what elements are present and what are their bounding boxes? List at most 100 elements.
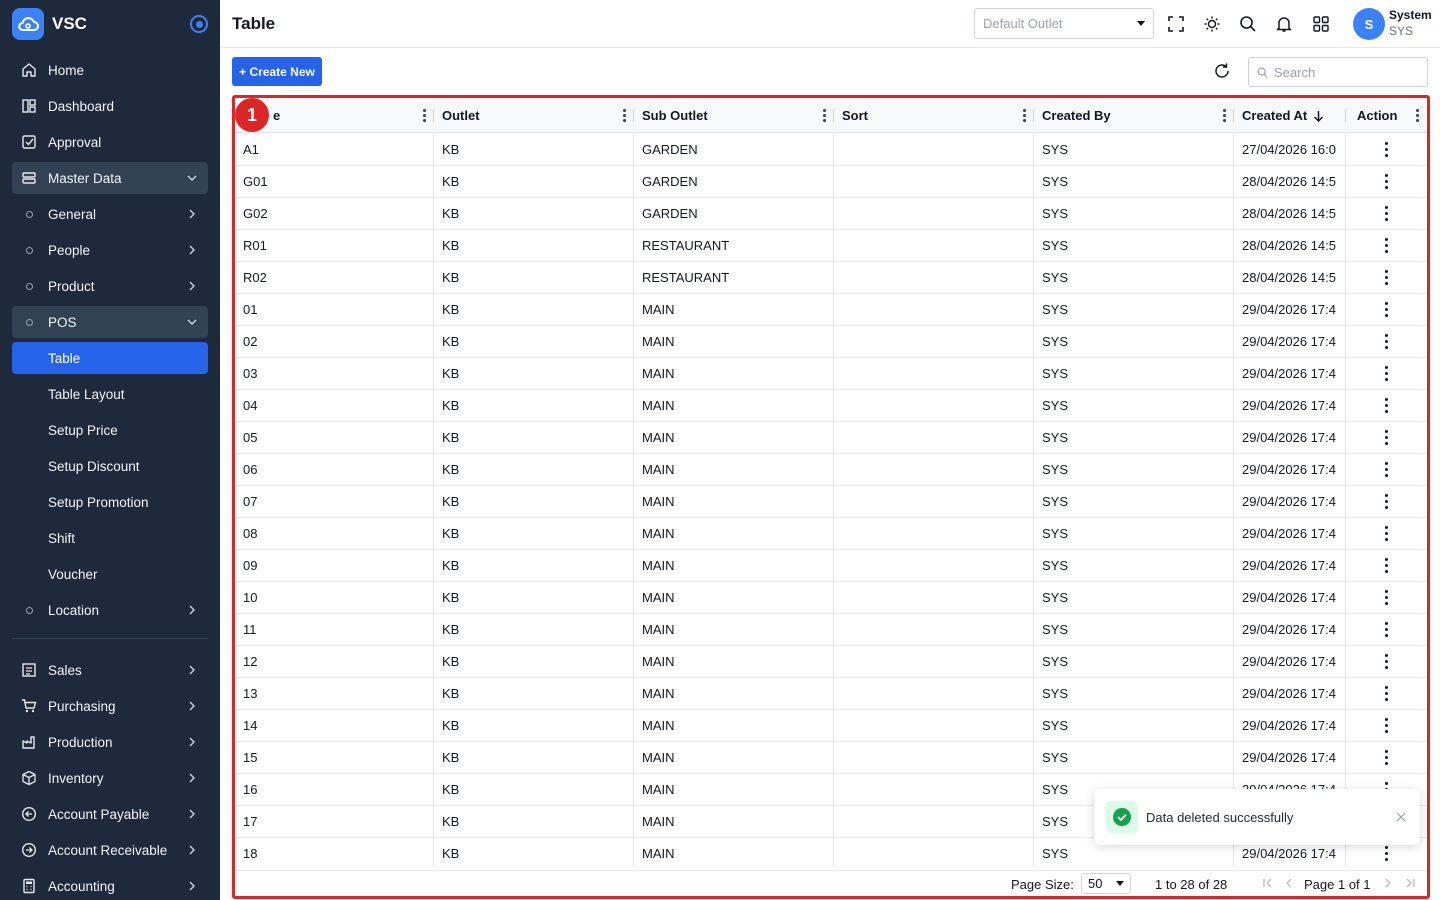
sidebar-nav: Home Dashboard Approval Master Data Gene… [0, 48, 220, 900]
sidebar-item-pos[interactable]: POS [12, 306, 208, 338]
table-row[interactable]: 02 KB MAIN SYS 29/04/2026 17:4 [235, 326, 1427, 358]
outlet-select[interactable]: Default Outlet [974, 8, 1154, 39]
table-row[interactable]: R01 KB RESTAURANT SYS 28/04/2026 14:5 [235, 230, 1427, 262]
table-row[interactable]: 10 KB MAIN SYS 29/04/2026 17:4 [235, 582, 1427, 614]
column-menu-icon[interactable] [622, 109, 626, 122]
sidebar-item-location[interactable]: Location [12, 594, 208, 626]
create-new-button[interactable]: + Create New [232, 57, 322, 86]
table-row[interactable]: R02 KB RESTAURANT SYS 28/04/2026 14:5 [235, 262, 1427, 294]
row-action-menu-icon[interactable] [1346, 262, 1427, 293]
sidebar-item-shift[interactable]: Shift [12, 522, 208, 554]
row-action-menu-icon[interactable] [1346, 358, 1427, 389]
row-action-menu-icon[interactable] [1346, 198, 1427, 229]
sidebar-item-home[interactable]: Home [12, 54, 208, 86]
table-row[interactable]: 13 KB MAIN SYS 29/04/2026 17:4 [235, 678, 1427, 710]
column-header-created-at[interactable]: Created At [1234, 98, 1346, 133]
apps-grid-icon[interactable] [1310, 13, 1332, 35]
table-row[interactable]: 05 KB MAIN SYS 29/04/2026 17:4 [235, 422, 1427, 454]
sidebar-item-setup-price[interactable]: Setup Price [12, 414, 208, 446]
table-row[interactable]: A1 KB GARDEN SYS 27/04/2026 16:0 [235, 134, 1427, 166]
row-action-menu-icon[interactable] [1346, 454, 1427, 485]
prev-page-icon[interactable] [1282, 876, 1296, 890]
sidebar-item-label: Sales [48, 662, 82, 678]
row-action-menu-icon[interactable] [1346, 422, 1427, 453]
table-cell [834, 134, 1034, 165]
table-row[interactable]: 14 KB MAIN SYS 29/04/2026 17:4 [235, 710, 1427, 742]
row-action-menu-icon[interactable] [1346, 230, 1427, 261]
sidebar-item-inventory[interactable]: Inventory [12, 762, 208, 794]
search-input[interactable]: Search [1248, 57, 1428, 87]
avatar[interactable]: S [1353, 8, 1385, 40]
table-row[interactable]: G01 KB GARDEN SYS 28/04/2026 14:5 [235, 166, 1427, 198]
sidebar-item-dashboard[interactable]: Dashboard [12, 90, 208, 122]
row-action-menu-icon[interactable] [1346, 518, 1427, 549]
row-action-menu-icon[interactable] [1346, 646, 1427, 677]
column-header-label: Action [1357, 108, 1398, 123]
page-size-select[interactable]: 50 [1081, 873, 1131, 894]
table-cell: 18 [235, 838, 434, 866]
sidebar-item-sales[interactable]: Sales [12, 654, 208, 686]
row-action-menu-icon[interactable] [1346, 134, 1427, 165]
sidebar-item-account-payable[interactable]: Account Payable [12, 798, 208, 830]
row-action-menu-icon[interactable] [1346, 582, 1427, 613]
column-header-outlet[interactable]: Outlet [434, 98, 634, 133]
sidebar-item-voucher[interactable]: Voucher [12, 558, 208, 590]
sidebar-item-general[interactable]: General [12, 198, 208, 230]
table-row[interactable]: 04 KB MAIN SYS 29/04/2026 17:4 [235, 390, 1427, 422]
bell-icon[interactable] [1273, 13, 1295, 35]
row-action-menu-icon[interactable] [1346, 486, 1427, 517]
row-action-menu-icon[interactable] [1346, 294, 1427, 325]
sidebar-item-table-layout[interactable]: Table Layout [12, 378, 208, 410]
row-action-menu-icon[interactable] [1346, 166, 1427, 197]
sidebar-item-setup-promotion[interactable]: Setup Promotion [12, 486, 208, 518]
first-page-icon[interactable] [1261, 876, 1275, 890]
column-menu-icon[interactable] [1415, 109, 1419, 122]
table-row[interactable]: 11 KB MAIN SYS 29/04/2026 17:4 [235, 614, 1427, 646]
sidebar-item-approval[interactable]: Approval [12, 126, 208, 158]
refresh-icon[interactable] [1212, 61, 1232, 81]
row-action-menu-icon[interactable] [1346, 678, 1427, 709]
table-row[interactable]: G02 KB GARDEN SYS 28/04/2026 14:5 [235, 198, 1427, 230]
row-action-menu-icon[interactable] [1346, 614, 1427, 645]
table-cell [834, 166, 1034, 197]
column-menu-icon[interactable] [1222, 109, 1226, 122]
row-action-menu-icon[interactable] [1346, 710, 1427, 741]
table-row[interactable]: 01 KB MAIN SYS 29/04/2026 17:4 [235, 294, 1427, 326]
sidebar-item-purchasing[interactable]: Purchasing [12, 690, 208, 722]
table-row[interactable]: 08 KB MAIN SYS 29/04/2026 17:4 [235, 518, 1427, 550]
sidebar-item-setup-discount[interactable]: Setup Discount [12, 450, 208, 482]
sidebar-item-table[interactable]: Table [12, 342, 208, 374]
column-header-action[interactable]: Action [1346, 98, 1427, 133]
table-row[interactable]: 09 KB MAIN SYS 29/04/2026 17:4 [235, 550, 1427, 582]
column-header-created-by[interactable]: Created By [1034, 98, 1234, 133]
row-action-menu-icon[interactable] [1346, 390, 1427, 421]
row-action-menu-icon[interactable] [1346, 326, 1427, 357]
table-row[interactable]: 03 KB MAIN SYS 29/04/2026 17:4 [235, 358, 1427, 390]
sidebar-item-production[interactable]: Production [12, 726, 208, 758]
row-action-menu-icon[interactable] [1346, 550, 1427, 581]
sidebar-item-accounting[interactable]: Accounting [12, 870, 208, 900]
close-icon[interactable] [1394, 810, 1408, 824]
column-menu-icon[interactable] [1022, 109, 1026, 122]
table-row[interactable]: 15 KB MAIN SYS 29/04/2026 17:4 [235, 742, 1427, 774]
row-action-menu-icon[interactable] [1346, 742, 1427, 773]
table-row[interactable]: 07 KB MAIN SYS 29/04/2026 17:4 [235, 486, 1427, 518]
column-header-sort[interactable]: Sort [834, 98, 1034, 133]
sidebar-item-people[interactable]: People [12, 234, 208, 266]
search-icon[interactable] [1237, 13, 1259, 35]
table-cell: KB [434, 230, 634, 261]
sidebar-toggle-icon[interactable] [190, 15, 208, 33]
sidebar-item-product[interactable]: Product [12, 270, 208, 302]
column-header-sub-outlet[interactable]: Sub Outlet [634, 98, 834, 133]
theme-sun-icon[interactable] [1201, 13, 1223, 35]
fullscreen-icon[interactable] [1165, 13, 1187, 35]
column-menu-icon[interactable] [822, 109, 826, 122]
last-page-icon[interactable] [1403, 876, 1417, 890]
column-menu-icon[interactable] [422, 109, 426, 122]
sidebar-item-account-receivable[interactable]: Account Receivable [12, 834, 208, 866]
table-row[interactable]: 06 KB MAIN SYS 29/04/2026 17:4 [235, 454, 1427, 486]
table-row[interactable]: 12 KB MAIN SYS 29/04/2026 17:4 [235, 646, 1427, 678]
next-page-icon[interactable] [1381, 876, 1395, 890]
sidebar-item-master-data[interactable]: Master Data [12, 162, 208, 194]
table-cell: SYS [1034, 166, 1234, 197]
